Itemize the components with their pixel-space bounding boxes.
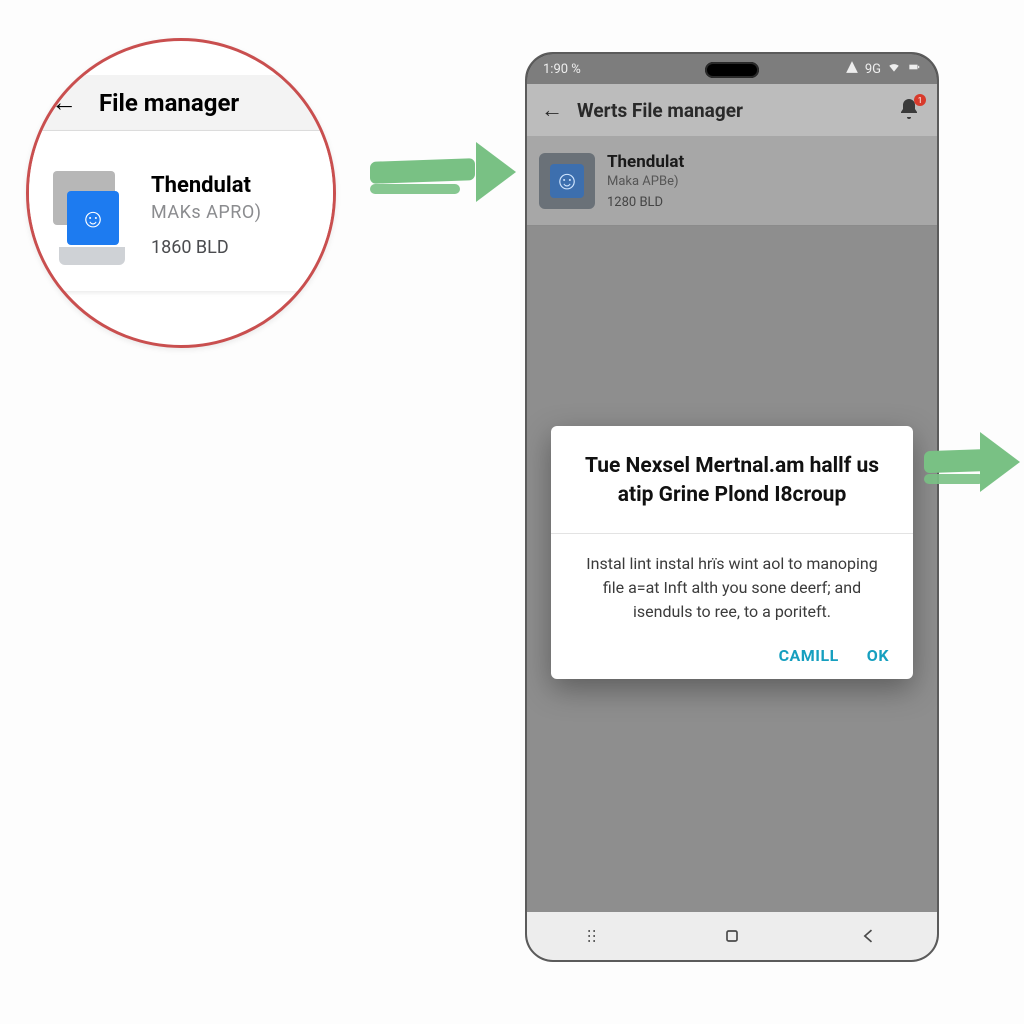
status-battery-icon [907, 60, 921, 78]
back-arrow-icon[interactable]: ← [51, 87, 77, 118]
callout-header: ← File manager [29, 75, 333, 131]
home-button[interactable] [718, 922, 746, 950]
notification-badge: 1 [914, 94, 926, 106]
phone-body: ☺ Thendulat Maka APBe) 1280 BLD Tue Nexs… [527, 136, 937, 912]
callout-circle: ← File manager ☺ Thendulat MAKs APRO) 18… [26, 38, 336, 348]
back-button[interactable] [855, 922, 883, 950]
phone-frame: 1:90 % 9G ← Werts File manager 1 ☺ [525, 52, 939, 962]
topbar-title: Werts File manager [577, 99, 743, 122]
arrow-right-icon [370, 140, 520, 210]
install-dialog: Tue Nexsel Mertnal.am hallf us atip Grin… [551, 426, 913, 679]
android-navbar [527, 912, 937, 960]
cancel-button[interactable]: CAMILL [779, 646, 839, 665]
app-size: 1860 BLD [151, 237, 262, 258]
notification-button[interactable]: 1 [897, 97, 923, 123]
file-app-icon: ☺ [47, 165, 137, 265]
callout-app-row[interactable]: ☺ Thendulat MAKs APRO) 1860 BLD [29, 131, 333, 291]
callout-title: File manager [99, 89, 239, 117]
app-name: Thendulat [151, 173, 262, 198]
recents-button[interactable] [581, 922, 609, 950]
status-wifi-icon [887, 60, 901, 78]
arrow-right-icon [924, 430, 1024, 500]
dialog-title: Tue Nexsel Mertnal.am hallf us atip Grin… [575, 452, 889, 511]
ok-button[interactable]: OK [867, 646, 889, 665]
divider [551, 533, 913, 534]
dialog-body: Instal lint instal hrïs wint aol to mano… [575, 552, 889, 624]
status-net-label: 9G [865, 62, 881, 77]
app-topbar: ← Werts File manager 1 [527, 84, 937, 136]
back-arrow-icon[interactable]: ← [541, 97, 563, 123]
camera-notch [705, 62, 759, 78]
status-time: 1:90 % [543, 62, 581, 77]
app-subtitle: MAKs APRO) [151, 202, 262, 223]
status-signal-icon [845, 60, 859, 78]
